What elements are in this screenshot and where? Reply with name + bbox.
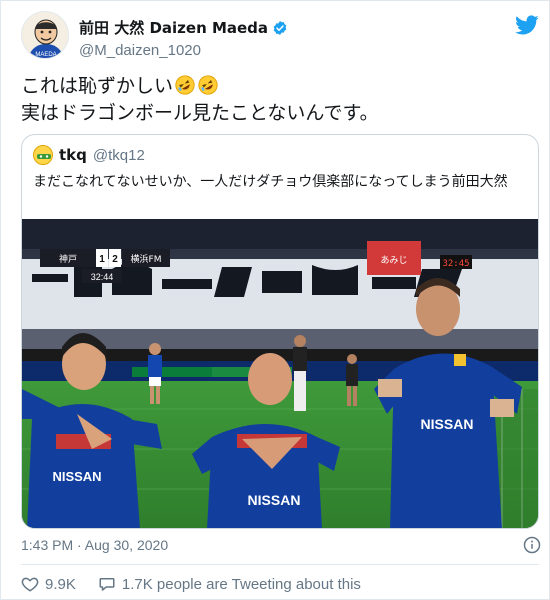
scoreboard-score-2: 2 [112, 254, 118, 265]
tweeting-about-link[interactable]: 1.7K people are Tweeting about this [98, 575, 361, 593]
svg-text:NISSAN: NISSAN [248, 492, 301, 508]
tweet-text: これは恥ずかしい 実はドラゴンボール見たことないんです。 [21, 73, 531, 127]
rolling-on-floor-laughing-emoji [198, 75, 218, 95]
quoted-author-name[interactable]: tkq [59, 146, 87, 164]
author-names: 前田 大然 Daizen Maeda @M_daizen_1020 [79, 17, 288, 59]
author-display-name[interactable]: 前田 大然 Daizen Maeda [79, 17, 268, 38]
scoreboard-team-1: 神戸 [59, 253, 77, 265]
tweet-actions: 9.9K 1.7K people are Tweeting about this [21, 575, 383, 593]
quoted-author-avatar[interactable] [33, 145, 53, 165]
info-icon[interactable] [523, 536, 541, 554]
stadium-clock: 32:45 [442, 259, 469, 269]
speech-bubble-icon [99, 578, 115, 591]
quoted-tweet-text: まだこなれてないせいか、一人だけダチョウ倶楽部になってしまう前田大然 [33, 174, 508, 190]
tweet-line-2: 実はドラゴンボール見たことないんです。 [21, 102, 379, 124]
tweet-card: MAEDA 前田 大然 Daizen Maeda @M_daizen_1020 … [0, 0, 550, 600]
like-count: 9.9K [45, 575, 76, 593]
scoreboard-score-1: 1 [99, 254, 105, 265]
quoted-tweet-photo[interactable]: あみじ NISSAN NISSAN NISSAN 神戸 1 2 横浜FM 32:… [22, 219, 538, 529]
quoted-author-handle[interactable]: @tkq12 [93, 147, 145, 164]
divider [21, 564, 539, 565]
rolling-on-floor-laughing-emoji [175, 75, 195, 95]
svg-text:あみじ: あみじ [380, 255, 407, 266]
svg-text:NISSAN: NISSAN [52, 469, 101, 484]
tweet-timestamp[interactable]: 1:43 PM · Aug 30, 2020 [21, 537, 168, 553]
scoreboard-clock: 32:44 [91, 272, 114, 282]
tweeting-about-text: 1.7K people are Tweeting about this [121, 575, 361, 593]
scoreboard-team-2: 横浜FM [131, 253, 162, 265]
author-avatar[interactable]: MAEDA [21, 11, 69, 59]
verified-badge-icon [273, 20, 287, 35]
tweet-line-1-text: これは恥ずかしい [21, 75, 174, 97]
timestamp-row: 1:43 PM · Aug 30, 2020 [21, 534, 541, 556]
quoted-tweet[interactable]: tkq @tkq12 まだこなれてないせいか、一人だけダチョウ倶楽部になってしま… [21, 134, 539, 529]
quoted-tweet-header: tkq @tkq12 [33, 145, 145, 165]
like-button[interactable]: 9.9K [21, 575, 76, 593]
svg-text:MAEDA: MAEDA [35, 52, 56, 58]
author-handle[interactable]: @M_daizen_1020 [79, 42, 288, 59]
author-display-name-row[interactable]: 前田 大然 Daizen Maeda [79, 17, 288, 38]
tweet-header: MAEDA 前田 大然 Daizen Maeda @M_daizen_1020 [21, 11, 541, 67]
tweet-line-1: これは恥ずかしい [21, 73, 531, 100]
heart-icon [21, 577, 39, 592]
svg-text:NISSAN: NISSAN [421, 416, 474, 432]
twitter-bird-icon[interactable] [515, 13, 539, 37]
